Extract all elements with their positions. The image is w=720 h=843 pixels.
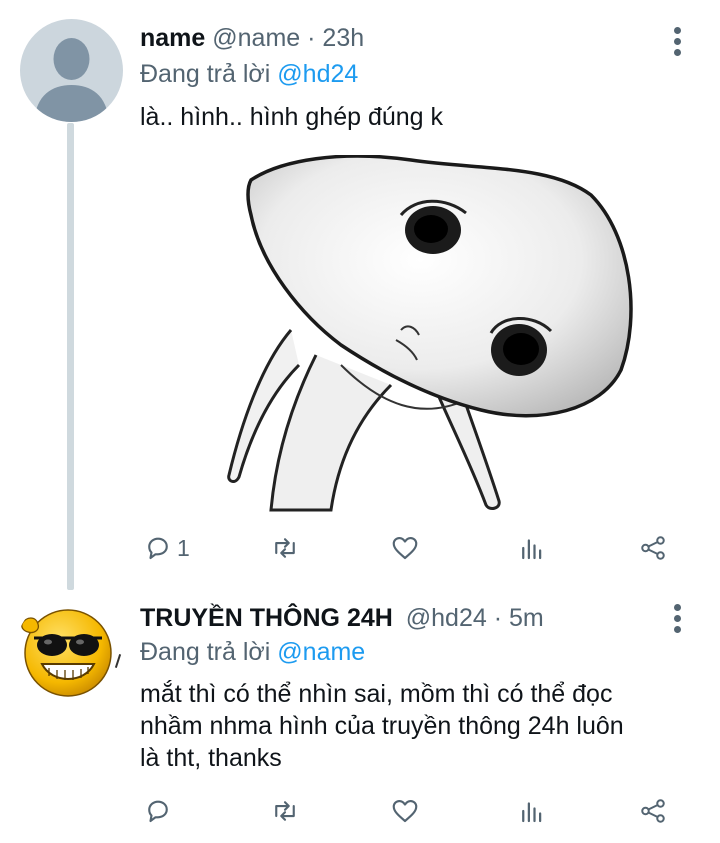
reply-button[interactable]: 1 — [143, 528, 190, 568]
display-name[interactable]: name — [140, 24, 205, 52]
tweet-text-line: mắt thì có thể nhìn sai, mồm thì có thể … — [140, 680, 613, 708]
like-button[interactable] — [390, 528, 420, 568]
tweet-2[interactable]: TRUYỀN THÔNG 24H @hd24 · 5m Đang trả lời… — [0, 590, 720, 843]
tweet-text: mắt thì có thể nhìn sai, mồm thì có thể … — [140, 678, 700, 774]
share-icon — [641, 536, 665, 560]
separator-dot: · — [493, 604, 503, 632]
tweet-header: TRUYỀN THÔNG 24H @hd24 · 5m — [140, 604, 544, 633]
reply-button[interactable] — [143, 791, 177, 831]
display-name[interactable]: TRUYỀN THÔNG 24H — [140, 604, 393, 632]
reply-count: 1 — [177, 534, 190, 561]
retweet-button[interactable] — [270, 528, 300, 568]
avatar-stroke-mark — [114, 654, 122, 668]
more-vertical-icon — [668, 27, 686, 56]
reply-icon — [148, 537, 168, 560]
views-button[interactable] — [517, 528, 547, 568]
views-icon — [522, 802, 542, 823]
heart-icon — [392, 536, 418, 560]
more-vertical-icon — [668, 604, 686, 633]
views-button[interactable] — [517, 791, 547, 831]
timestamp[interactable]: 5m — [509, 604, 544, 632]
user-handle[interactable]: @hd24 — [406, 604, 487, 632]
replying-to-label: Đang trả lời — [140, 638, 271, 666]
replying-to-mention[interactable]: @name — [277, 638, 365, 666]
user-avatar[interactable] — [16, 598, 116, 698]
tweet-actions — [0, 791, 720, 831]
share-button[interactable] — [638, 791, 668, 831]
retweet-button[interactable] — [270, 791, 300, 831]
user-handle[interactable]: @name — [212, 24, 300, 52]
views-icon — [522, 539, 542, 560]
sunglasses-smiley-avatar-icon — [21, 609, 112, 697]
share-icon — [641, 799, 665, 823]
default-avatar-silhouette-icon — [34, 38, 109, 122]
replying-to: Đang trả lời @name — [140, 638, 365, 667]
tweet-text: là.. hình.. hình ghép đúng k — [140, 103, 444, 131]
separator-dot: · — [307, 24, 316, 52]
tweet-media-image[interactable] — [221, 154, 641, 515]
replying-to-mention[interactable]: @hd24 — [277, 60, 358, 88]
retweet-icon — [275, 538, 295, 558]
more-options-button[interactable] — [668, 27, 686, 60]
timestamp[interactable]: 23h — [322, 24, 364, 52]
retweet-icon — [275, 801, 295, 821]
tweet-text-line: là tht, thanks — [140, 744, 282, 772]
heart-icon — [392, 799, 418, 823]
replying-to-label: Đang trả lời — [140, 60, 271, 88]
tweet-1[interactable]: name @name · 23h Đang trả lời @hd24 là..… — [0, 0, 720, 590]
sketch-creature-image — [227, 154, 633, 512]
replying-to: Đang trả lời @hd24 — [140, 60, 358, 89]
more-options-button[interactable] — [668, 604, 686, 637]
share-button[interactable] — [638, 528, 668, 568]
like-button[interactable] — [390, 791, 420, 831]
reply-icon — [148, 800, 168, 823]
tweet-actions: 1 — [0, 528, 720, 568]
tweet-text-line: nhầm nhma hình của truyền thông 24h luôn — [140, 712, 624, 740]
tweet-header: name @name · 23h — [140, 24, 364, 53]
default-avatar[interactable] — [20, 19, 123, 122]
